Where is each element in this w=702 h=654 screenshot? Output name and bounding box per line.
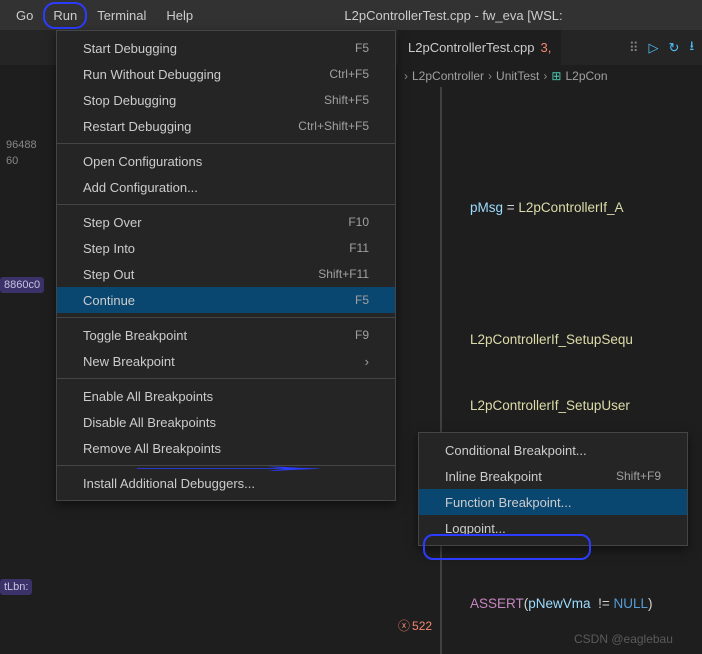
- menu-enable-all-breakpoints[interactable]: Enable All Breakpoints: [57, 383, 395, 409]
- gutter-value: tLbn:: [0, 579, 32, 595]
- code-editor[interactable]: pMsg = L2pControllerIf_A L2pControllerIf…: [430, 87, 702, 654]
- gutter-value: 8860c0: [0, 277, 44, 293]
- menu-disable-all-breakpoints[interactable]: Disable All Breakpoints: [57, 409, 395, 435]
- menu-separator: [57, 378, 395, 379]
- menu-start-debugging[interactable]: Start DebuggingF5: [57, 35, 395, 61]
- menu-run-without-debugging[interactable]: Run Without DebuggingCtrl+F5: [57, 61, 395, 87]
- symbol-icon: ⊞: [551, 69, 561, 83]
- menu-function-breakpoint[interactable]: Function Breakpoint...: [419, 489, 687, 515]
- run-menu-dropdown: Start DebuggingF5 Run Without DebuggingC…: [56, 30, 396, 501]
- refresh-icon[interactable]: ↻: [669, 40, 680, 56]
- menu-separator: [57, 204, 395, 205]
- chevron-right-icon: ›: [543, 69, 547, 83]
- menu-separator: [57, 465, 395, 466]
- grip-icon[interactable]: ⠿: [629, 40, 639, 56]
- menubar: Go Run Terminal Help L2pControllerTest.c…: [0, 0, 702, 30]
- breadcrumb-seg[interactable]: UnitTest: [496, 69, 539, 83]
- menu-go[interactable]: Go: [8, 4, 41, 27]
- menu-new-breakpoint[interactable]: New Breakpoint›: [57, 348, 395, 374]
- menu-toggle-breakpoint[interactable]: Toggle BreakpointF9: [57, 322, 395, 348]
- menu-separator: [57, 317, 395, 318]
- menu-logpoint[interactable]: Logpoint...: [419, 515, 687, 541]
- indent-guide: [440, 87, 442, 654]
- problems-badge[interactable]: ⓧ 522: [398, 617, 432, 634]
- new-breakpoint-submenu: Conditional Breakpoint... Inline Breakpo…: [418, 432, 688, 546]
- menu-conditional-breakpoint[interactable]: Conditional Breakpoint...: [419, 437, 687, 463]
- play-icon[interactable]: ▷: [649, 40, 659, 56]
- tab-filename: L2pControllerTest.cpp: [408, 40, 534, 55]
- menu-step-out[interactable]: Step OutShift+F11: [57, 261, 395, 287]
- menu-continue[interactable]: ContinueF5: [57, 287, 395, 313]
- menu-restart-debugging[interactable]: Restart DebuggingCtrl+Shift+F5: [57, 113, 395, 139]
- menu-add-configuration[interactable]: Add Configuration...: [57, 174, 395, 200]
- window-title: L2pControllerTest.cpp - fw_eva [WSL:: [205, 8, 702, 23]
- chevron-right-icon: ›: [404, 69, 408, 83]
- tab-problems-count: 3,: [540, 40, 551, 55]
- menu-inline-breakpoint[interactable]: Inline BreakpointShift+F9: [419, 463, 687, 489]
- menu-install-debuggers[interactable]: Install Additional Debuggers...: [57, 470, 395, 496]
- menu-step-into[interactable]: Step IntoF11: [57, 235, 395, 261]
- menu-stop-debugging[interactable]: Stop DebuggingShift+F5: [57, 87, 395, 113]
- menu-open-configurations[interactable]: Open Configurations: [57, 148, 395, 174]
- menu-help[interactable]: Help: [158, 4, 201, 27]
- menu-separator: [57, 143, 395, 144]
- breadcrumb-seg[interactable]: L2pController: [412, 69, 484, 83]
- gutter-value: 60: [2, 153, 22, 169]
- tab-active[interactable]: L2pControllerTest.cpp 3,: [398, 30, 561, 65]
- menu-remove-all-breakpoints[interactable]: Remove All Breakpoints: [57, 435, 395, 461]
- menu-terminal[interactable]: Terminal: [89, 4, 154, 27]
- chevron-right-icon: ›: [488, 69, 492, 83]
- editor-toolbar: ⠿ ▷ ↻ ⭳: [629, 37, 694, 59]
- menu-step-over[interactable]: Step OverF10: [57, 209, 395, 235]
- download-icon[interactable]: ⭳: [689, 37, 694, 59]
- gutter-value: 96488: [2, 137, 41, 153]
- chevron-right-icon: ›: [365, 354, 369, 369]
- error-icon: ⓧ: [398, 617, 410, 634]
- menu-run[interactable]: Run: [45, 4, 85, 27]
- breadcrumb-seg[interactable]: L2pCon: [565, 69, 607, 83]
